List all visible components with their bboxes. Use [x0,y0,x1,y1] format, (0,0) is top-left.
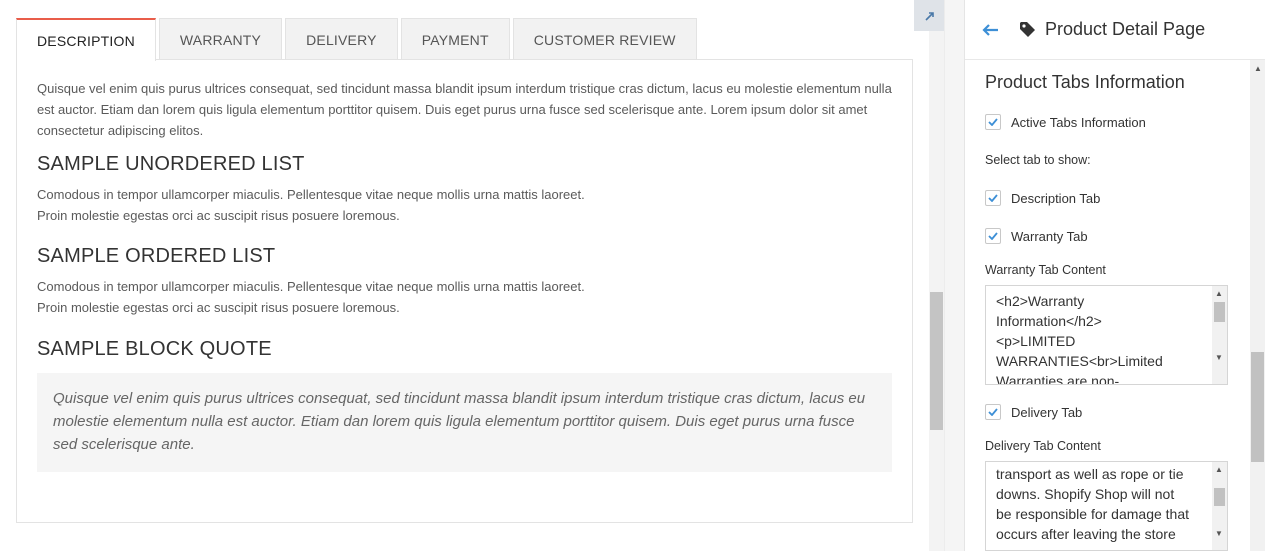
description-tab-label: Description Tab [1011,190,1101,206]
textarea-scrollbar[interactable]: ▲ ▼ [1212,286,1227,384]
ordered-line-1: Comodous in tempor ullamcorper miaculis.… [37,279,585,294]
panel-divider [944,0,965,551]
warranty-content-label: Warranty Tab Content [985,263,1106,277]
tab-warranty[interactable]: WARRANTY [158,18,283,60]
block-quote-heading: SAMPLE BLOCK QUOTE [37,338,272,360]
sidebar-title: Product Detail Page [1045,19,1206,39]
back-arrow-icon [982,23,998,36]
checkbox[interactable] [985,114,1001,130]
product-tabs: DESCRIPTION WARRANTY DELIVERY PAYMENT CU… [16,18,700,61]
tab-delivery[interactable]: DELIVERY [285,18,398,60]
description-tab-checkbox[interactable]: Description Tab [985,179,1235,217]
expand-icon [924,11,934,21]
sidebar-scrollbar-thumb[interactable] [1251,352,1264,462]
expand-preview-button[interactable] [914,0,945,31]
warranty-tab-checkbox[interactable]: Warranty Tab [985,217,1235,255]
ordered-list-heading: SAMPLE ORDERED LIST [37,245,276,267]
preview-scrollbar-thumb[interactable] [930,292,943,430]
delivery-content-textarea[interactable]: transport as well as rope or tie downs. … [985,461,1228,551]
checkbox[interactable] [985,228,1001,244]
select-tab-label: Select tab to show: [985,153,1091,167]
delivery-content-text[interactable]: transport as well as rope or tie downs. … [996,464,1206,544]
sidebar-scrollbar-track[interactable] [1250,60,1265,551]
checkbox[interactable] [985,404,1001,420]
delivery-tab-label: Delivery Tab [1011,404,1083,420]
textarea-scroll-thumb[interactable] [1214,488,1225,506]
tab-customer-review[interactable]: CUSTOMER REVIEW [512,18,697,60]
scroll-up-icon[interactable]: ▲ [1215,290,1223,298]
sidebar-content: Product Tabs Information Active Tabs Inf… [985,60,1235,551]
unordered-line-2: Proin molestie egestas orci ac suscipit … [37,208,400,223]
scroll-up-icon[interactable]: ▲ [1215,466,1223,474]
sidebar-scroll-up-icon[interactable]: ▲ [1254,64,1262,73]
checkbox[interactable] [985,190,1001,206]
unordered-line-1: Comodous in tempor ullamcorper miaculis.… [37,187,585,202]
delivery-content-label: Delivery Tab Content [985,439,1101,453]
scroll-down-icon[interactable]: ▼ [1215,530,1223,538]
intro-paragraph: Quisque vel enim quis purus ultrices con… [37,81,892,138]
delivery-tab-checkbox[interactable]: Delivery Tab [985,393,1235,431]
sidebar-header: Product Detail Page [965,0,1265,60]
warranty-content-text[interactable]: <h2>Warranty Information</h2> <p>LIMITED… [996,291,1206,384]
tag-icon [1019,21,1041,38]
textarea-scrollbar[interactable]: ▲ ▼ [1212,462,1227,550]
tab-payment[interactable]: PAYMENT [400,18,510,60]
checkmark-icon [988,194,998,202]
scroll-down-icon[interactable]: ▼ [1215,354,1223,362]
tab-description[interactable]: DESCRIPTION [16,18,156,61]
active-tabs-checkbox[interactable]: Active Tabs Information [985,103,1235,141]
checkmark-icon [988,118,998,126]
checkmark-icon [988,232,998,240]
block-quote: Quisque vel enim quis purus ultrices con… [37,373,892,472]
unordered-list-heading: SAMPLE UNORDERED LIST [37,153,305,175]
description-panel: Quisque vel enim quis purus ultrices con… [16,59,913,523]
textarea-scroll-thumb[interactable] [1214,302,1225,322]
active-tabs-label: Active Tabs Information [1011,114,1146,130]
ordered-line-2: Proin molestie egestas orci ac suscipit … [37,300,400,315]
warranty-tab-label: Warranty Tab [1011,228,1088,244]
settings-sidebar: Product Detail Page Product Tabs Informa… [965,0,1265,551]
product-preview: DESCRIPTION WARRANTY DELIVERY PAYMENT CU… [0,0,929,551]
section-title: Product Tabs Information [985,72,1185,92]
back-button[interactable] [981,15,1011,45]
warranty-content-textarea[interactable]: <h2>Warranty Information</h2> <p>LIMITED… [985,285,1228,385]
checkmark-icon [988,408,998,416]
preview-scrollbar-track[interactable] [929,0,944,551]
